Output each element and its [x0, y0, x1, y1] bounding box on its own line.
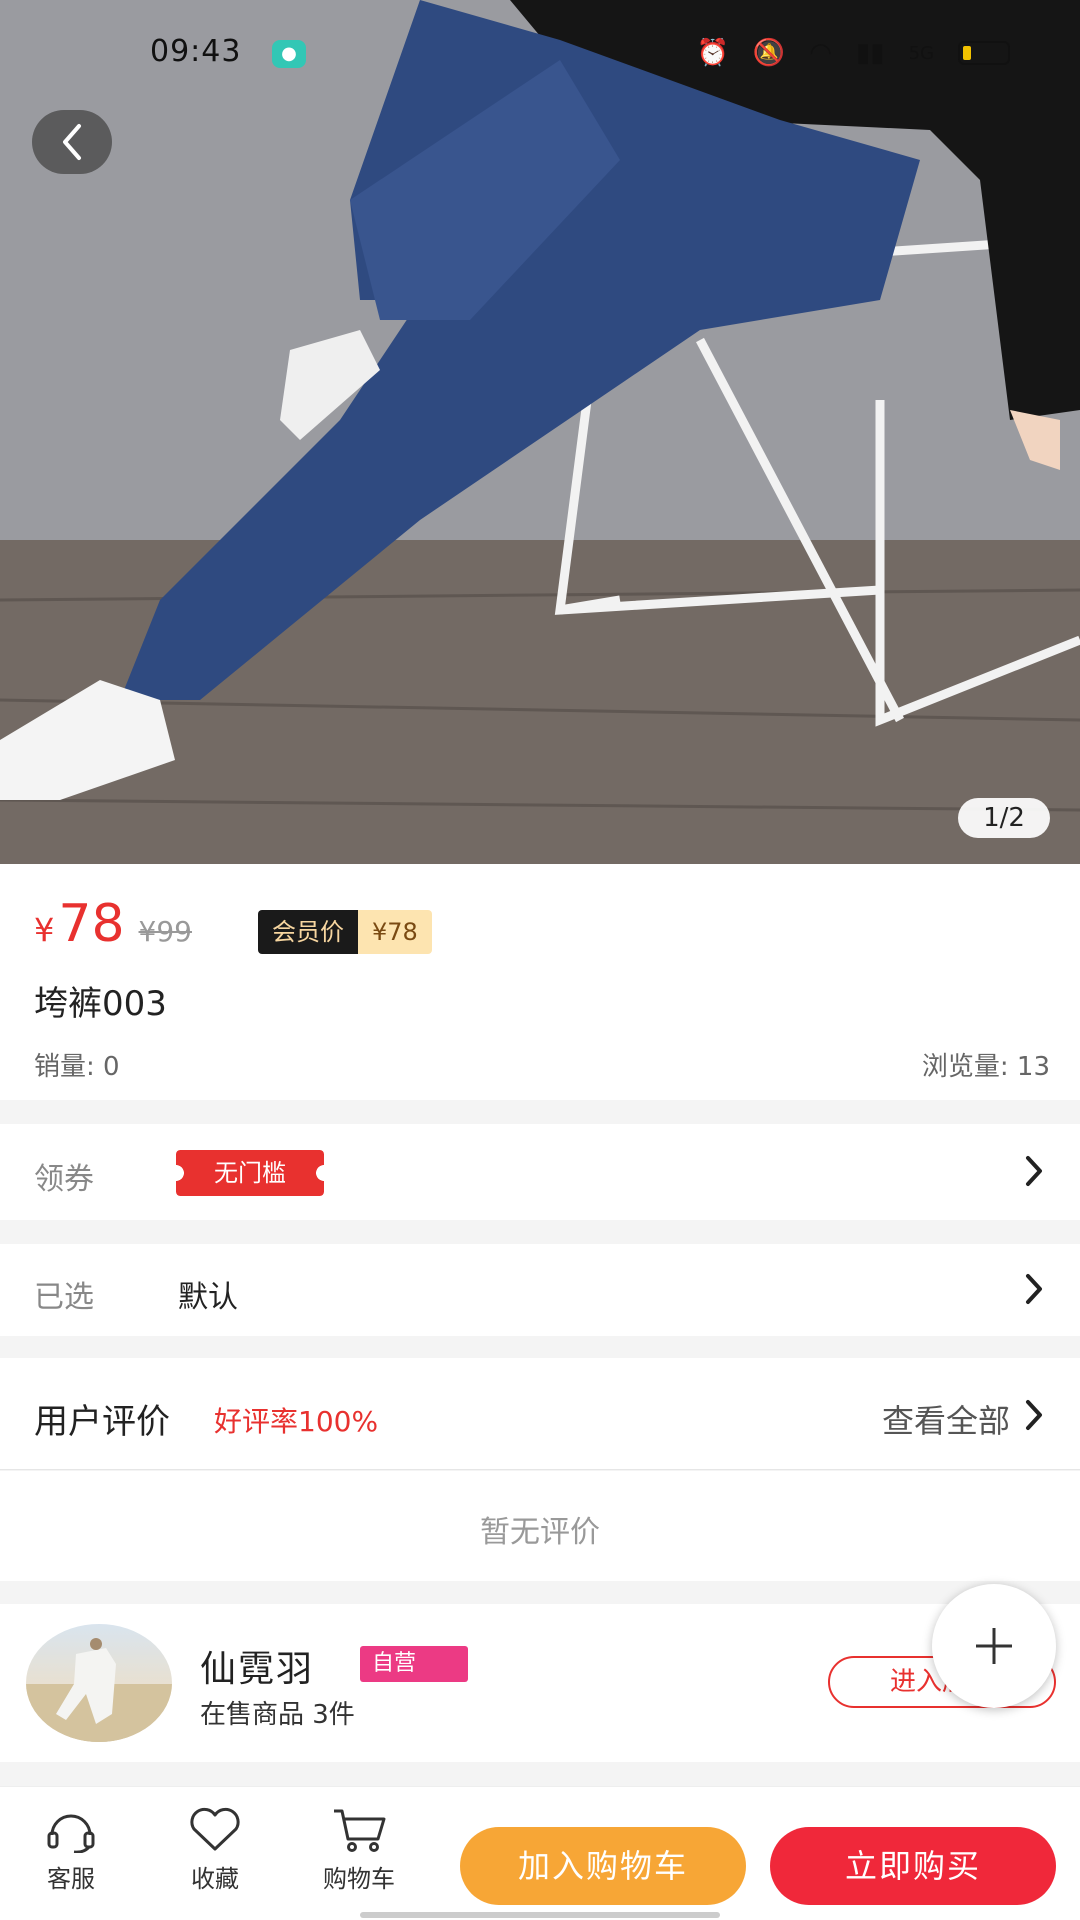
- shop-product-count: 在售商品 3件: [200, 1700, 355, 1730]
- alarm-icon: ⏰: [696, 38, 729, 68]
- home-indicator: [360, 1912, 720, 1918]
- reviews-empty: 暂无评价: [0, 1471, 1080, 1581]
- status-time: 09:43: [150, 34, 242, 69]
- view-count: 浏览量: 13: [921, 1052, 1050, 1082]
- signal-icon: ▮▮: [855, 38, 885, 68]
- view-all-reviews-link[interactable]: 查看全部: [882, 1396, 1010, 1442]
- plus-icon: [976, 1628, 1012, 1664]
- shop-name: 仙霓羽: [200, 1649, 315, 1690]
- shop-avatar-image: [26, 1638, 172, 1742]
- wifi-icon: ◠: [809, 38, 832, 68]
- member-price-label: 会员价: [258, 910, 358, 954]
- chevron-right-icon: [1026, 1274, 1042, 1304]
- mute-icon: 🔕: [752, 38, 786, 68]
- reviews-title: 用户评价: [34, 1402, 170, 1442]
- coupon-label: 领券: [34, 1162, 94, 1197]
- current-price: ¥78: [34, 894, 125, 954]
- selected-label: 已选: [34, 1280, 94, 1315]
- favorite-tab[interactable]: 收藏: [160, 1807, 270, 1894]
- coupon-row[interactable]: 领券 无门槛: [0, 1124, 1080, 1220]
- add-to-cart-button[interactable]: 加入购物车: [460, 1827, 746, 1905]
- heart-icon: [190, 1807, 240, 1851]
- product-info: ¥78 ¥99 会员价 ¥78 垮裤003 销量: 0 浏览量: 13: [0, 864, 1080, 1100]
- gallery-page-indicator: 1/2: [958, 798, 1050, 838]
- headset-icon: [47, 1814, 95, 1853]
- reviews-header: 用户评价 好评率100% 查看全部: [0, 1358, 1080, 1470]
- product-photo: [0, 0, 1080, 864]
- self-operated-tag: 自营: [360, 1646, 468, 1682]
- customer-service-tab[interactable]: 客服: [16, 1807, 126, 1894]
- buy-now-button[interactable]: 立即购买: [770, 1827, 1056, 1905]
- battery-icon: [958, 41, 1010, 65]
- shop-avatar[interactable]: [26, 1624, 172, 1742]
- shop-card: 仙霓羽 自营 在售商品 3件 进入店铺: [0, 1604, 1080, 1762]
- network-label: 5G: [908, 42, 934, 64]
- chevron-left-icon: [63, 124, 81, 160]
- coupon-tag: 无门槛: [176, 1150, 324, 1196]
- no-reviews-text: 暂无评价: [480, 1515, 600, 1550]
- sales-count: 销量: 0: [34, 1052, 120, 1082]
- back-button[interactable]: [32, 110, 112, 174]
- original-price: ¥99: [138, 915, 192, 948]
- cart-tab[interactable]: 购物车: [304, 1807, 414, 1894]
- chevron-right-icon[interactable]: [1024, 1398, 1044, 1432]
- chat-bubble-icon: ●: [272, 40, 306, 68]
- cart-icon: [334, 1809, 386, 1852]
- selected-spec-row[interactable]: 已选 默认: [0, 1244, 1080, 1336]
- price-row: ¥78 ¥99: [34, 894, 192, 954]
- product-title: 垮裤003: [34, 984, 167, 1024]
- bottom-action-bar: 客服 收藏 购物车 加入购物车 立即购买: [0, 1786, 1080, 1920]
- chevron-right-icon: [1026, 1156, 1042, 1186]
- member-price-badge: 会员价 ¥78: [258, 910, 432, 954]
- selected-value: 默认: [178, 1280, 238, 1315]
- positive-rate: 好评率100%: [214, 1405, 379, 1438]
- floating-add-button[interactable]: [932, 1584, 1056, 1708]
- customer-service-label: 客服: [47, 1865, 95, 1893]
- status-bar: 09:43 ● ⏰ 🔕 ◠ ▮▮ 5G: [0, 0, 1080, 110]
- member-price-value: ¥78: [358, 910, 432, 954]
- status-icons: ⏰ 🔕 ◠ ▮▮ 5G: [697, 38, 1010, 68]
- favorite-label: 收藏: [191, 1865, 239, 1893]
- product-image-gallery[interactable]: 09:43 ● ⏰ 🔕 ◠ ▮▮ 5G 1/2: [0, 0, 1080, 864]
- cart-label: 购物车: [323, 1865, 395, 1893]
